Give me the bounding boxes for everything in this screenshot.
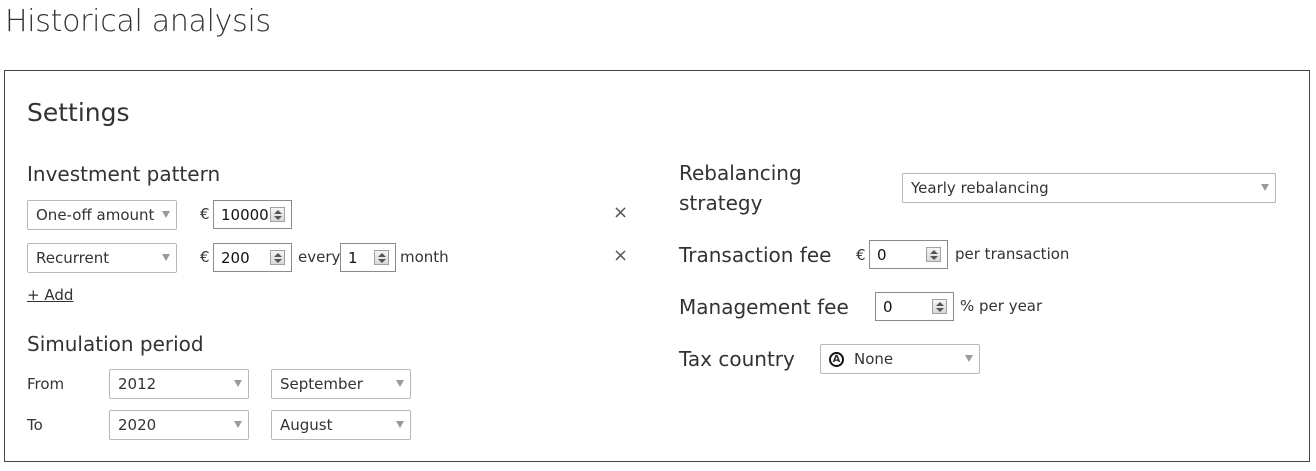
- settings-panel: Settings Investment pattern One-off amou…: [4, 70, 1310, 462]
- transaction-fee-value: 0: [877, 245, 887, 264]
- close-icon[interactable]: ×: [613, 204, 628, 222]
- from-year-value: 2012: [118, 375, 157, 393]
- every-label: every: [298, 248, 341, 266]
- to-year-value: 2020: [118, 416, 157, 434]
- spinner-icon[interactable]: [270, 207, 285, 222]
- to-month-value: August: [280, 416, 333, 434]
- investment-type-select-2[interactable]: Recurrent: [27, 243, 177, 273]
- currency-symbol-2: €: [200, 248, 210, 266]
- management-fee-value: 0: [883, 297, 893, 316]
- chevron-down-icon: [1261, 184, 1269, 191]
- transaction-fee-input[interactable]: 0: [869, 240, 948, 269]
- investment-type-select-1[interactable]: One-off amount: [27, 200, 177, 230]
- chevron-down-icon: [162, 254, 170, 261]
- rebalancing-strategy-value: Yearly rebalancing: [911, 179, 1049, 197]
- transaction-fee-suffix: per transaction: [955, 245, 1070, 263]
- from-label: From: [27, 375, 65, 393]
- rebalancing-label-line1: Rebalancing: [679, 161, 802, 185]
- spinner-icon[interactable]: [926, 247, 941, 262]
- anarchy-icon: A: [829, 351, 844, 367]
- investment-type-value-2: Recurrent: [36, 249, 110, 267]
- tax-country-select[interactable]: A None: [820, 344, 980, 374]
- chevron-down-icon: [965, 355, 973, 362]
- rebalancing-strategy-select[interactable]: Yearly rebalancing: [902, 173, 1276, 203]
- chevron-down-icon: [396, 380, 404, 387]
- spinner-icon[interactable]: [270, 250, 285, 265]
- add-investment-link[interactable]: + Add: [27, 286, 73, 304]
- close-icon[interactable]: ×: [613, 247, 628, 265]
- settings-title: Settings: [27, 98, 130, 127]
- page-title: Historical analysis: [5, 4, 271, 39]
- to-month-select[interactable]: August: [271, 410, 411, 440]
- investment-pattern-title: Investment pattern: [27, 162, 221, 186]
- from-month-value: September: [280, 375, 363, 393]
- rebalancing-label-line2: strategy: [679, 191, 763, 215]
- amount-input-1[interactable]: 10000: [213, 200, 292, 229]
- interval-value: 1: [348, 248, 358, 267]
- from-year-select[interactable]: 2012: [109, 369, 249, 399]
- management-fee-input[interactable]: 0: [875, 292, 954, 321]
- amount-input-2[interactable]: 200: [213, 243, 292, 272]
- chevron-down-icon: [234, 421, 242, 428]
- to-year-select[interactable]: 2020: [109, 410, 249, 440]
- amount-value-2: 200: [221, 248, 250, 267]
- spinner-icon[interactable]: [374, 250, 389, 265]
- tax-country-label: Tax country: [679, 347, 795, 371]
- from-month-select[interactable]: September: [271, 369, 411, 399]
- interval-unit: month: [400, 248, 449, 266]
- management-fee-label: Management fee: [679, 295, 849, 319]
- amount-value-1: 10000: [221, 205, 269, 224]
- management-fee-suffix: % per year: [960, 297, 1043, 315]
- transaction-fee-label: Transaction fee: [679, 243, 832, 267]
- interval-input[interactable]: 1: [340, 243, 396, 272]
- currency-symbol-1: €: [200, 205, 210, 223]
- chevron-down-icon: [234, 380, 242, 387]
- investment-type-value-1: One-off amount: [36, 206, 155, 224]
- chevron-down-icon: [396, 421, 404, 428]
- simulation-period-title: Simulation period: [27, 332, 204, 356]
- transaction-fee-currency: €: [856, 246, 866, 264]
- to-label: To: [27, 416, 43, 434]
- tax-country-value: None: [854, 350, 894, 368]
- spinner-icon[interactable]: [932, 299, 947, 314]
- chevron-down-icon: [162, 211, 170, 218]
